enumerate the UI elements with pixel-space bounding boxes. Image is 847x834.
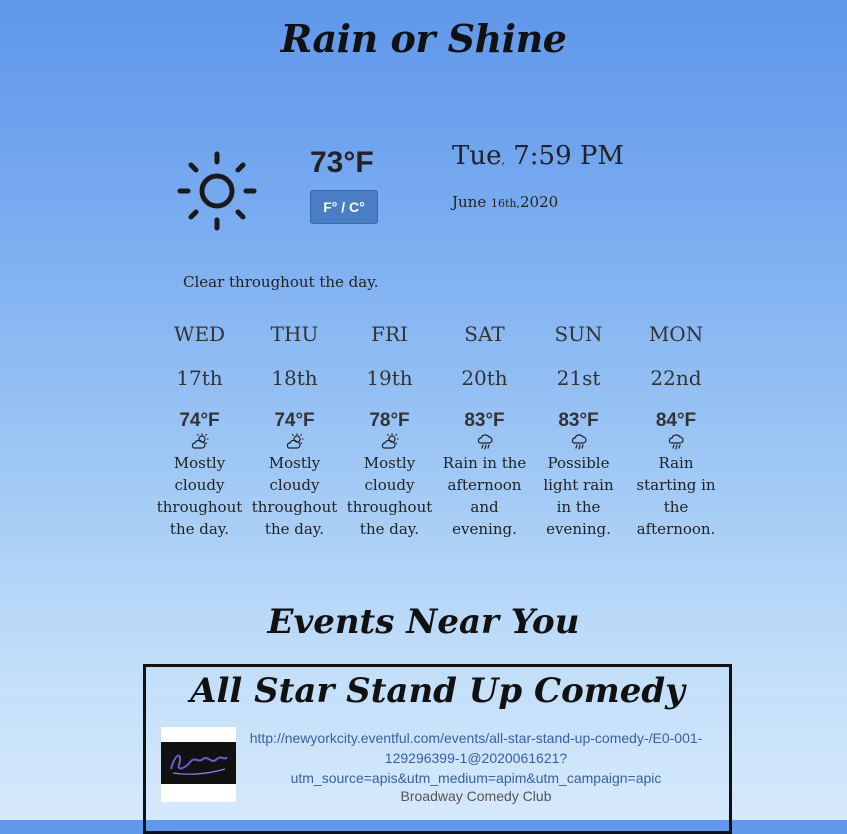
forecast-temp: 74°F [274, 410, 315, 431]
forecast-day-name: SUN [554, 322, 603, 346]
forecast-summary: Mostly cloudy throughout the day. [156, 454, 243, 538]
forecast-date: 22nd [650, 366, 702, 390]
current-summary: Clear throughout the day. [183, 273, 379, 291]
current-date-ordinal: 16th, [491, 197, 520, 210]
forecast-temp: 84°F [655, 410, 697, 431]
event-title: All Star Stand Up Comedy [190, 671, 685, 711]
time-separator: , [501, 154, 505, 167]
sun-icon [177, 151, 257, 231]
current-month: June [452, 193, 487, 211]
event-link[interactable]: http://newyorkcity.eventful.com/events/a… [241, 728, 711, 788]
forecast-day: FRI 19th 78°F Mostly cloudy throughout t… [342, 322, 437, 540]
unit-toggle-button[interactable]: F° / C° [310, 190, 378, 224]
forecast-temp: 74°F [179, 410, 220, 431]
rain-icon [477, 434, 493, 450]
forecast-summary: Mostly cloudy throughout the day. [346, 454, 433, 538]
forecast-day-name: THU [270, 322, 319, 346]
forecast-day: SAT 20th 83°F Rain in the afternoon and … [437, 322, 532, 540]
current-year: 2020 [520, 193, 559, 211]
forecast-day-name: FRI [371, 322, 408, 346]
partly-cloudy-icon [191, 433, 209, 449]
event-thumbnail[interactable] [161, 727, 236, 802]
rain-icon [668, 434, 684, 450]
forecast-day-name: SAT [464, 322, 505, 346]
current-clock: 7:59 PM [513, 141, 625, 171]
partly-cloudy-icon [286, 433, 304, 449]
forecast-day: WED 17th 74°F Mostly cloudy throughout t… [152, 322, 247, 540]
forecast-temp: 78°F [369, 410, 410, 431]
forecast-day: MON 22nd 84°F Rain starting in the after… [626, 322, 726, 540]
forecast-day: SUN 21st 83°F Possible light rain in the… [531, 322, 626, 540]
forecast-date: 17th [176, 366, 223, 390]
forecast-date: 20th [461, 366, 508, 390]
events-section-title: Events Near You [267, 602, 580, 642]
forecast-temp: 83°F [558, 410, 599, 431]
rain-icon [571, 434, 587, 450]
current-date: June 16th,2020 [452, 193, 558, 211]
forecast-summary: Rain starting in the afternoon. [636, 454, 716, 538]
forecast-day: THU 18th 74°F Mostly cloudy throughout t… [247, 322, 342, 540]
forecast-day-name: WED [173, 322, 226, 346]
current-day: Tue [452, 141, 502, 171]
current-time: Tue, 7:59 PM [452, 141, 624, 171]
current-temperature: 73°F [310, 146, 374, 179]
forecast-day-name: MON [648, 322, 704, 346]
forecast-summary: Rain in the afternoon and evening. [442, 454, 527, 538]
forecast-summary: Possible light rain in the evening. [543, 454, 614, 538]
forecast-date: 21st [556, 366, 601, 390]
event-venue: Broadway Comedy Club [400, 788, 552, 804]
comedy-club-logo [170, 754, 228, 775]
forecast-temp: 83°F [464, 410, 505, 431]
app-title: Rain or Shine [280, 16, 567, 61]
forecast-summary: Mostly cloudy throughout the day. [251, 454, 338, 538]
forecast-date: 19th [366, 366, 413, 390]
partly-cloudy-icon [381, 433, 399, 449]
forecast-date: 18th [271, 366, 318, 390]
event-card: All Star Stand Up Comedy http://newyorkc… [143, 664, 732, 834]
